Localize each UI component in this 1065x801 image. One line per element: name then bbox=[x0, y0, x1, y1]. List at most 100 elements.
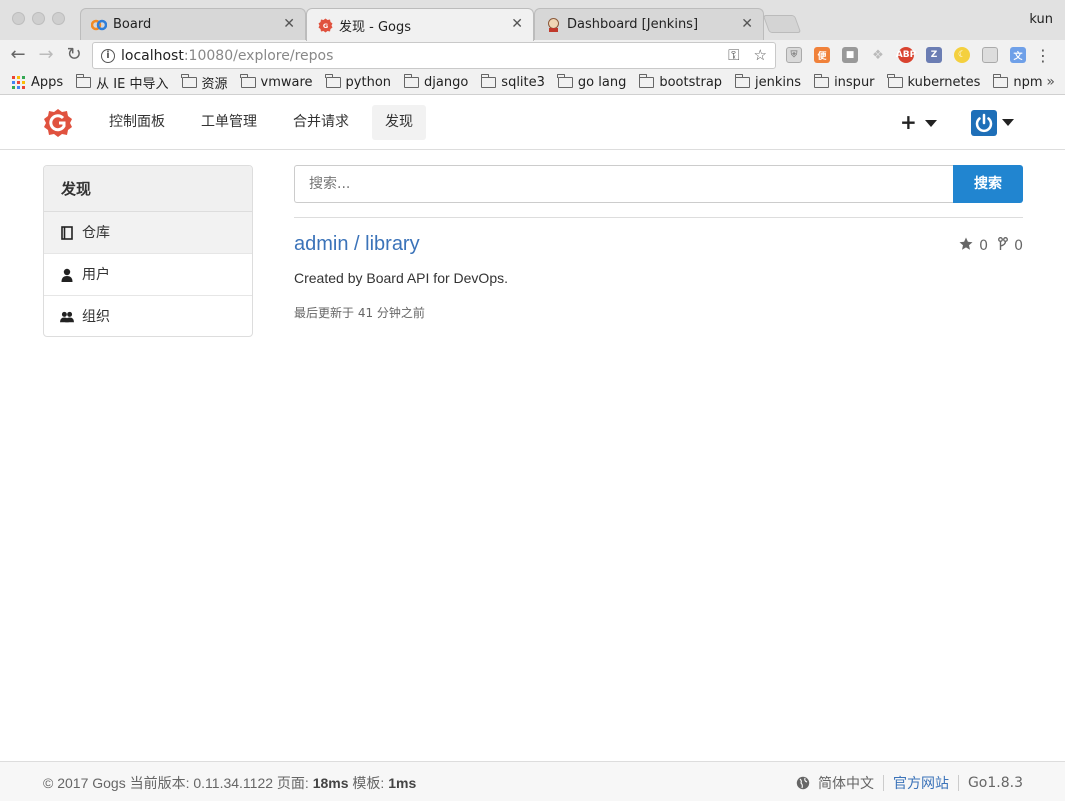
template-render-time: 1ms bbox=[388, 775, 417, 791]
close-tab-icon[interactable]: ✕ bbox=[511, 16, 523, 32]
browser-tab-jenkins[interactable]: Dashboard [Jenkins] ✕ bbox=[534, 8, 764, 40]
bookmark-folder[interactable]: npm bbox=[992, 74, 1043, 90]
bookmark-folder[interactable]: jenkins bbox=[734, 74, 802, 90]
minimize-window-button[interactable] bbox=[32, 12, 45, 25]
bookmark-folder[interactable]: python bbox=[325, 74, 392, 90]
bookmark-label: jenkins bbox=[755, 75, 802, 90]
folder-icon bbox=[887, 74, 903, 88]
apps-grid-icon bbox=[12, 76, 25, 89]
bookmark-folder[interactable]: django bbox=[403, 74, 469, 90]
globe-icon bbox=[796, 776, 810, 790]
folder-icon bbox=[403, 74, 420, 88]
sidebar-item-label: 仓库 bbox=[82, 224, 110, 241]
browser-tab-gogs[interactable]: G 发现 - Gogs ✕ bbox=[306, 8, 534, 41]
dropbox-icon[interactable]: ❖ bbox=[870, 47, 886, 63]
square-extension-icon[interactable]: ■ bbox=[842, 47, 858, 63]
url-host: localhost bbox=[121, 47, 184, 64]
shield-extension-icon[interactable]: ⛨ bbox=[786, 47, 802, 63]
search-button[interactable]: 搜索 bbox=[953, 165, 1023, 203]
bookmark-folder[interactable]: kubernetes bbox=[887, 74, 980, 90]
repo-updated-time: 最后更新于 41 分钟之前 bbox=[294, 306, 425, 320]
back-icon[interactable]: ← bbox=[8, 45, 28, 65]
repo-stats: 0 0 bbox=[959, 237, 1023, 255]
create-new-menu[interactable]: + bbox=[900, 112, 937, 132]
divider bbox=[957, 775, 959, 791]
nav-explore[interactable]: 发现 bbox=[372, 105, 426, 140]
avatar[interactable] bbox=[971, 110, 997, 136]
gogs-logo-icon[interactable] bbox=[43, 108, 73, 138]
svg-text:G: G bbox=[322, 22, 327, 30]
star-icon bbox=[959, 237, 973, 255]
footer-version-info: © 2017 Gogs 当前版本: 0.11.34.1122 页面: 18ms … bbox=[43, 773, 416, 793]
repo-description: Created by Board API for DevOps. bbox=[294, 270, 508, 286]
sidebar-item-label: 用户 bbox=[82, 266, 110, 283]
bookmark-label: django bbox=[424, 75, 469, 90]
folder-icon bbox=[480, 74, 497, 88]
bookmark-label: inspur bbox=[834, 75, 875, 90]
chevron-down-icon bbox=[924, 120, 937, 127]
browser-tab-board[interactable]: Board ✕ bbox=[80, 8, 306, 40]
tab-title: 发现 - Gogs bbox=[339, 19, 412, 35]
forward-icon[interactable]: → bbox=[36, 45, 56, 65]
nav-pull-requests[interactable]: 合并请求 bbox=[280, 105, 362, 140]
folder-icon bbox=[992, 74, 1009, 88]
address-bar[interactable]: i localhost:10080/explore/repos ⚿ ☆ bbox=[92, 42, 776, 69]
gogs-icon: G bbox=[317, 17, 333, 33]
bookmark-label: bootstrap bbox=[659, 75, 723, 90]
folder-icon bbox=[638, 74, 655, 88]
bookmark-folder[interactable]: 资源 bbox=[181, 73, 228, 92]
repo-link[interactable]: admin / library bbox=[294, 233, 420, 256]
folder-icon bbox=[240, 74, 256, 88]
bookmark-folder[interactable]: sqlite3 bbox=[480, 74, 545, 90]
moon-extension-icon[interactable]: ☾ bbox=[954, 47, 970, 63]
official-site-link[interactable]: 官方网站 bbox=[893, 773, 949, 793]
bookmark-label: Apps bbox=[31, 75, 64, 90]
close-tab-icon[interactable]: ✕ bbox=[741, 16, 753, 32]
sidebar-title: 发现 bbox=[44, 166, 252, 212]
close-tab-icon[interactable]: ✕ bbox=[283, 16, 295, 32]
new-tab-button[interactable] bbox=[762, 15, 802, 33]
bookmark-label: 从 IE 中导入 bbox=[96, 77, 169, 92]
zotero-icon[interactable]: Z bbox=[926, 47, 942, 63]
bookmark-apps[interactable]: Apps bbox=[12, 75, 63, 90]
bookmarks-overflow-button[interactable]: » bbox=[1046, 74, 1055, 90]
divider bbox=[882, 775, 884, 791]
bookmark-folder[interactable]: 从 IE 中导入 bbox=[75, 73, 169, 92]
star-count: 0 bbox=[979, 238, 989, 254]
nav-dashboard[interactable]: 控制面板 bbox=[96, 105, 178, 140]
translate-icon[interactable]: 文 bbox=[1010, 47, 1026, 63]
user-menu-chevron-down-icon[interactable] bbox=[1002, 119, 1014, 126]
footer: © 2017 Gogs 当前版本: 0.11.34.1122 页面: 18ms … bbox=[0, 761, 1065, 801]
key-icon[interactable]: ⚿ bbox=[728, 46, 739, 64]
site-header: 控制面板 工单管理 合并请求 发现 + bbox=[0, 95, 1065, 150]
sticky-extension-icon[interactable]: 便 bbox=[814, 47, 830, 63]
bookmark-label: vmware bbox=[260, 75, 313, 90]
bookmark-folder[interactable]: vmware bbox=[240, 74, 313, 90]
nav-issues[interactable]: 工单管理 bbox=[188, 105, 270, 140]
bookmark-label: python bbox=[345, 75, 392, 90]
language-selector[interactable]: 简体中文 bbox=[818, 773, 874, 793]
star-bookmark-icon[interactable]: ☆ bbox=[754, 46, 767, 64]
chrome-menu-icon[interactable]: ⋮ bbox=[1035, 46, 1051, 65]
bookmark-folder[interactable]: bootstrap bbox=[638, 74, 723, 90]
folder-icon bbox=[181, 74, 197, 88]
bookmarks-bar: Apps 从 IE 中导入 资源 vmware python django sq… bbox=[0, 71, 1065, 95]
title-bar: Board ✕ G 发现 - Gogs ✕ Dashboard [Jenkins… bbox=[0, 0, 1065, 41]
bookmark-folder[interactable]: inspur bbox=[813, 74, 875, 90]
maximize-window-button[interactable] bbox=[52, 12, 65, 25]
reload-icon[interactable]: ↻ bbox=[64, 45, 84, 65]
bookmark-folder[interactable]: go lang bbox=[557, 74, 626, 90]
sidebar-item-organizations[interactable]: 组织 bbox=[44, 296, 252, 336]
folder-icon bbox=[557, 74, 573, 88]
folder-icon bbox=[734, 74, 751, 88]
sidebar-item-users[interactable]: 用户 bbox=[44, 254, 252, 296]
page-extension-icon[interactable] bbox=[982, 47, 998, 63]
profile-name[interactable]: kun bbox=[1029, 12, 1053, 27]
jenkins-icon bbox=[545, 17, 561, 33]
adblock-icon[interactable]: ABP bbox=[896, 47, 916, 63]
close-window-button[interactable] bbox=[12, 12, 25, 25]
info-icon[interactable]: i bbox=[101, 48, 115, 63]
sidebar-item-repositories[interactable]: 仓库 bbox=[44, 212, 252, 254]
bookmark-label: 资源 bbox=[201, 77, 228, 92]
search-input[interactable] bbox=[294, 165, 954, 203]
